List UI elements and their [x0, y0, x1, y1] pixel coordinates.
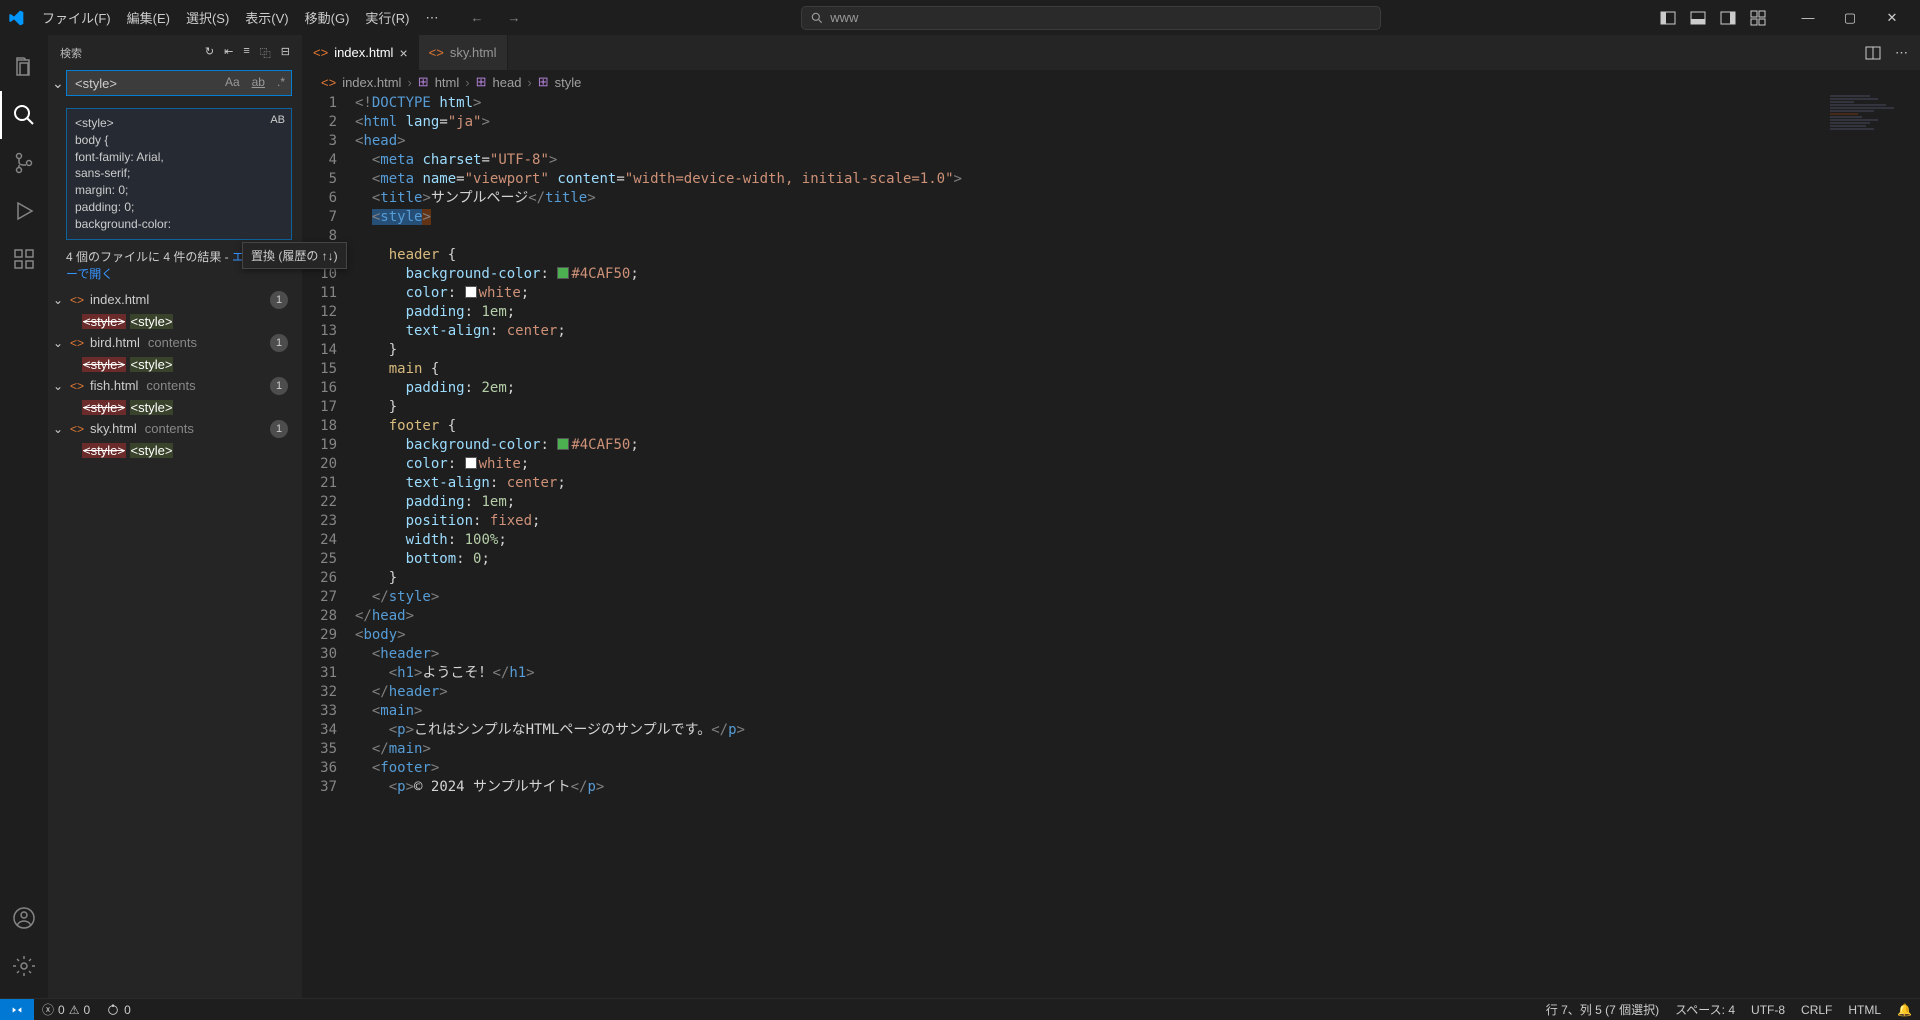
- status-notifications-icon[interactable]: 🔔: [1889, 999, 1920, 1020]
- result-file[interactable]: ⌄<>sky.htmlcontents1: [48, 417, 302, 441]
- symbol-icon: ⊞: [538, 74, 549, 90]
- clear-icon[interactable]: ⇤: [224, 45, 233, 61]
- result-match[interactable]: <style> <style>: [48, 398, 302, 417]
- layout-customise-icon[interactable]: [1748, 8, 1768, 28]
- refresh-icon[interactable]: ↻: [205, 45, 214, 61]
- replace-preview-box[interactable]: AB <style> body { font-family: Arial,san…: [66, 108, 292, 240]
- nav-forward-icon[interactable]: →: [503, 8, 524, 27]
- menu-view[interactable]: 表示(V): [237, 4, 296, 31]
- menu-select[interactable]: 選択(S): [178, 4, 237, 31]
- preserve-case-icon[interactable]: AB: [270, 113, 285, 128]
- activity-explorer[interactable]: [0, 43, 48, 91]
- breadcrumb[interactable]: <> index.html › ⊞ html › ⊞ head › ⊞ styl…: [303, 70, 1920, 94]
- result-file[interactable]: ⌄<>fish.htmlcontents1: [48, 374, 302, 398]
- activity-bar: [0, 35, 48, 998]
- activity-extensions[interactable]: [0, 235, 48, 283]
- result-match[interactable]: <style> <style>: [48, 355, 302, 374]
- sidebar-title: 検索: [60, 45, 82, 61]
- split-editor-icon[interactable]: [1865, 45, 1881, 61]
- activity-debug[interactable]: [0, 187, 48, 235]
- status-language[interactable]: HTML: [1840, 999, 1889, 1020]
- symbol-icon: ⊞: [476, 74, 487, 90]
- result-file[interactable]: ⌄<>bird.htmlcontents1: [48, 331, 302, 355]
- code-editor[interactable]: 1234567891011121314151617181920212223242…: [303, 94, 1920, 998]
- activity-account[interactable]: [0, 894, 48, 942]
- status-cursor[interactable]: 行 7、列 5 (7 個選択): [1538, 999, 1667, 1020]
- status-problems[interactable]: ⓧ0 ⚠0: [34, 999, 98, 1020]
- window-minimise[interactable]: —: [1788, 3, 1828, 33]
- activity-search[interactable]: [0, 91, 48, 139]
- layout-sidebar-left-icon[interactable]: [1658, 8, 1678, 28]
- nav-back-icon[interactable]: ←: [466, 8, 487, 27]
- new-search-editor-icon[interactable]: ≡: [243, 45, 249, 61]
- status-encoding[interactable]: UTF-8: [1743, 999, 1793, 1020]
- search-sidebar: 検索 ↻ ⇤ ≡ ⿻ ⊟ ⌄ Aa ab .* ⋯ AB <style> bod…: [48, 35, 303, 998]
- activity-scm[interactable]: [0, 139, 48, 187]
- status-bar: ⓧ0 ⚠0 0 行 7、列 5 (7 個選択) スペース: 4 UTF-8 CR…: [0, 998, 1920, 1020]
- tab-close-icon[interactable]: ×: [399, 45, 407, 61]
- tab[interactable]: <>index.html×: [303, 35, 419, 70]
- menu-edit[interactable]: 編集(E): [119, 4, 178, 31]
- tabs: <>index.html×<>sky.html ⋯: [303, 35, 1920, 70]
- command-center-text: www: [830, 10, 858, 25]
- result-match[interactable]: <style> <style>: [48, 441, 302, 460]
- activity-settings[interactable]: [0, 942, 48, 990]
- results-list: ⌄<>index.html1<style> <style>⌄<>bird.htm…: [48, 286, 302, 998]
- collapse-icon[interactable]: ⊟: [281, 45, 290, 61]
- symbol-icon: ⊞: [418, 74, 429, 90]
- search-icon: [810, 11, 824, 25]
- view-tree-icon[interactable]: ⿻: [260, 45, 271, 61]
- match-case-icon[interactable]: Aa: [222, 74, 243, 90]
- window-close[interactable]: ✕: [1872, 3, 1912, 33]
- match-word-icon[interactable]: ab: [249, 74, 268, 90]
- regex-icon[interactable]: .*: [274, 74, 288, 90]
- editor-area: <>index.html×<>sky.html ⋯ <> index.html …: [303, 35, 1920, 998]
- status-ports[interactable]: 0: [98, 999, 139, 1020]
- status-indent[interactable]: スペース: 4: [1667, 999, 1743, 1020]
- menu-file[interactable]: ファイル(F): [34, 4, 119, 31]
- replace-tooltip: 置換 (履歴の ↑↓): [242, 242, 347, 269]
- remote-indicator[interactable]: [0, 999, 34, 1020]
- result-file[interactable]: ⌄<>index.html1: [48, 288, 302, 312]
- window-maximise[interactable]: ▢: [1830, 3, 1870, 33]
- vscode-logo-icon: [8, 10, 24, 26]
- file-icon: <>: [321, 75, 336, 90]
- titlebar: ファイル(F) 編集(E) 選択(S) 表示(V) 移動(G) 実行(R) ⋯ …: [0, 0, 1920, 35]
- menu-more[interactable]: ⋯: [417, 6, 446, 30]
- status-eol[interactable]: CRLF: [1793, 999, 1840, 1020]
- command-center[interactable]: www: [801, 6, 1381, 30]
- toggle-replace-icon[interactable]: ⌄: [50, 73, 66, 94]
- layout-panel-icon[interactable]: [1688, 8, 1708, 28]
- menu-go[interactable]: 移動(G): [297, 4, 358, 31]
- layout-sidebar-right-icon[interactable]: [1718, 8, 1738, 28]
- result-match[interactable]: <style> <style>: [48, 312, 302, 331]
- tab[interactable]: <>sky.html: [419, 35, 508, 70]
- editor-more-icon[interactable]: ⋯: [1895, 45, 1908, 61]
- menu-run[interactable]: 実行(R): [357, 4, 417, 31]
